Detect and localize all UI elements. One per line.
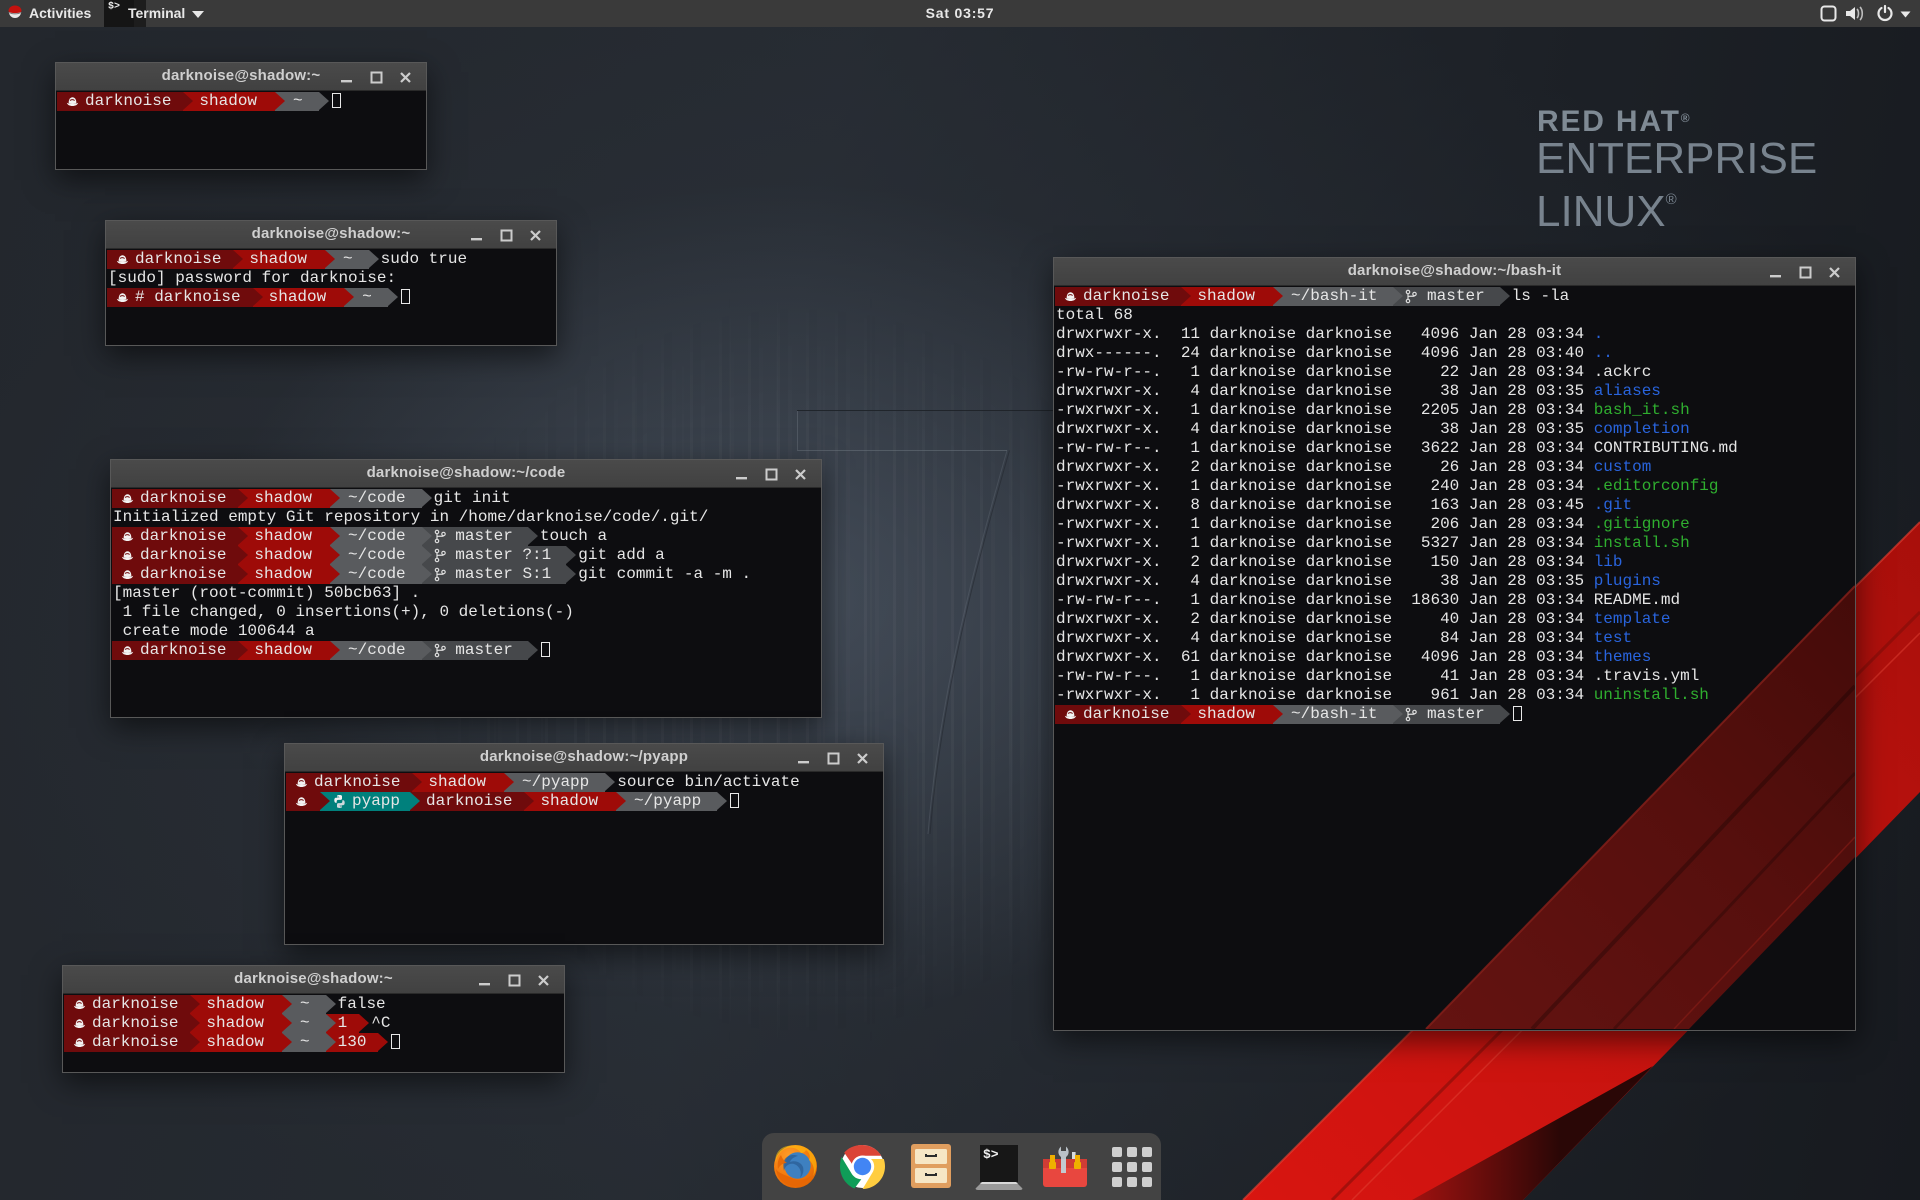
svg-text:$>: $> [983, 1147, 999, 1162]
